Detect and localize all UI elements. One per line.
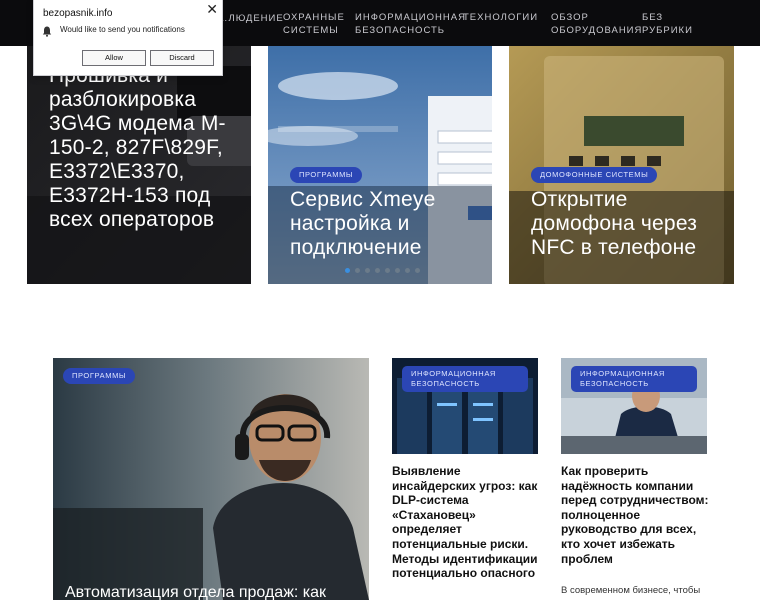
category-badge[interactable]: Программы [63,368,136,384]
category-badge[interactable]: Информационная безопасность [402,366,528,392]
slider-pagination [345,268,420,273]
card-title: Прошивка и разблокировка 3G\4G модема M-… [49,64,226,231]
card-title: Открытие домофона через NFC в телефоне [531,188,698,259]
slider-dot[interactable] [415,268,420,273]
article-thumbnail-dlp[interactable]: Информационная безопасность [392,358,538,454]
article-excerpt: В современном бизнесе, чтобы [561,585,701,596]
nav-item-equipment-review[interactable]: Обзор оборудования [551,11,641,37]
slider-card-intercom[interactable]: Домофонные системы Открытие домофона чер… [509,46,734,284]
slider-dot[interactable] [395,268,400,273]
article-title-dlp[interactable]: Выявление инсайдерских угроз: как DLP-си… [392,464,542,581]
article-thumbnail-company-check[interactable]: Информационная безопасность [561,358,707,454]
category-badge[interactable]: Домофонные системы [531,167,658,183]
category-badge[interactable]: Программы [290,167,363,183]
slider-dot[interactable] [355,268,360,273]
slider-dot[interactable] [405,268,410,273]
slider-dot[interactable] [385,268,390,273]
card-title: Сервис Xmeye настройка и подключение [290,188,436,259]
slider-dot[interactable] [375,268,380,273]
featured-article-image [53,358,369,600]
nav-item-technologies[interactable]: Технологии [463,11,538,24]
nav-item-information-security[interactable]: Информационная безопасность [355,11,465,37]
slider-dot[interactable] [345,268,350,273]
bell-icon [42,26,52,37]
nav-item-security-systems[interactable]: Охранные системы [283,11,349,37]
nav-item-uncategorized[interactable]: Без рубрики [642,11,702,37]
featured-article[interactable]: Программы Автоматизация отдела продаж: к… [53,358,369,600]
discard-button[interactable]: Discard [150,50,214,66]
close-icon[interactable]: ✕ [206,1,218,18]
nav-item-surveillance[interactable]: …людение [218,12,284,25]
notification-permission-popup: bezopasnik.info ✕ Would like to send you… [33,0,223,76]
notification-message: Would like to send you notifications [60,25,185,34]
notification-site-name: bezopasnik.info [43,8,113,19]
slider-card-modem[interactable]: Прошивка и разблокировка 3G\4G модема M-… [27,46,251,284]
allow-button[interactable]: Allow [82,50,146,66]
featured-article-title: Автоматизация отдела продаж: как [65,584,327,600]
slider-dot[interactable] [365,268,370,273]
article-title-company-check[interactable]: Как проверить надёжность компании перед … [561,464,711,566]
slider-card-xmeye[interactable]: Программы Сервис Xmeye настройка и подкл… [268,46,492,284]
category-badge[interactable]: Информационная безопасность [571,366,697,392]
